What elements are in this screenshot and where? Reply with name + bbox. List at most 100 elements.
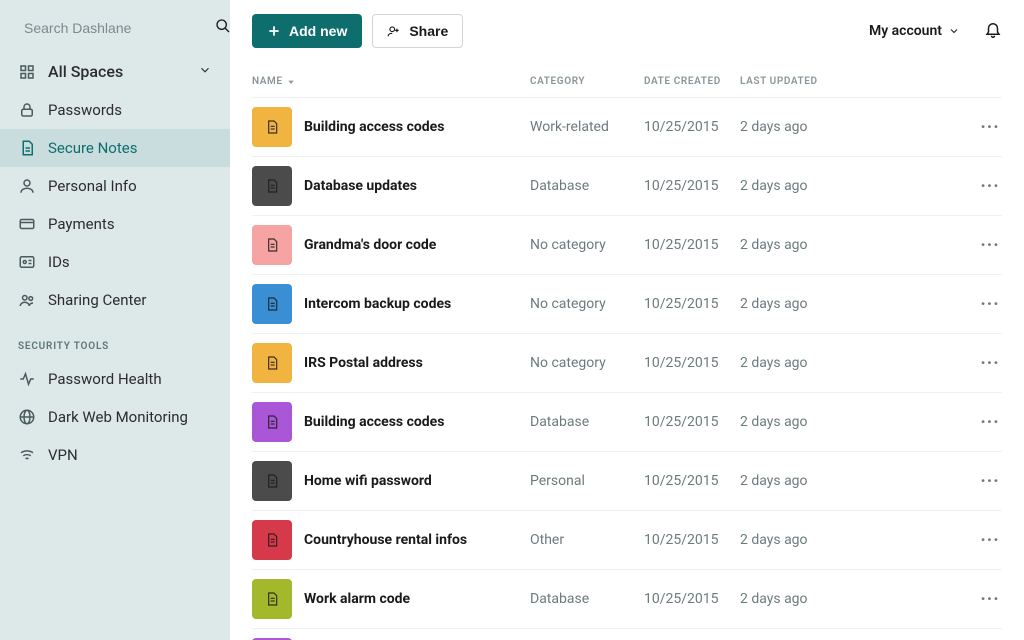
sidebar-item-dark-web-monitoring[interactable]: Dark Web Monitoring (0, 398, 230, 436)
sidebar-item-vpn[interactable]: VPN (0, 436, 230, 474)
note-name: Work alarm code (304, 591, 530, 607)
id-icon (18, 253, 36, 271)
note-last-updated: 2 days ago (740, 237, 978, 253)
note-icon (252, 225, 292, 265)
note-category: Personal (530, 473, 644, 489)
table-row[interactable]: Acme Promo codeNo category10/25/20152 da… (252, 628, 1002, 640)
card-icon (18, 215, 36, 233)
chevron-down-icon (198, 62, 212, 81)
note-date-created: 10/25/2015 (644, 178, 740, 194)
header-category[interactable]: CATEGORY (530, 76, 644, 87)
sidebar-item-label: Passwords (48, 101, 122, 119)
note-name: Building access codes (304, 119, 530, 135)
sidebar-item-sharing-center[interactable]: Sharing Center (0, 281, 230, 319)
grid-icon (18, 63, 36, 81)
note-icon (252, 343, 292, 383)
note-icon (18, 139, 36, 157)
main: Add new Share My account NAME CATEGORY D… (230, 0, 1024, 640)
my-account-label: My account (869, 23, 942, 39)
search-input[interactable] (24, 20, 205, 36)
table-row[interactable]: Work alarm codeDatabase10/25/20152 days … (252, 569, 1002, 628)
note-icon (252, 284, 292, 324)
sidebar-item-all-spaces[interactable]: All Spaces (0, 52, 230, 91)
table-row[interactable]: Grandma's door codeNo category10/25/2015… (252, 215, 1002, 274)
more-actions-icon[interactable]: ··· (978, 117, 1002, 138)
more-actions-icon[interactable]: ··· (978, 294, 1002, 315)
sidebar-item-payments[interactable]: Payments (0, 205, 230, 243)
note-date-created: 10/25/2015 (644, 473, 740, 489)
note-date-created: 10/25/2015 (644, 414, 740, 430)
note-name: Countryhouse rental infos (304, 532, 530, 548)
table-row[interactable]: Intercom backup codesNo category10/25/20… (252, 274, 1002, 333)
header-date-created[interactable]: DATE CREATED (644, 76, 740, 87)
more-actions-icon[interactable]: ··· (978, 589, 1002, 610)
more-actions-icon[interactable]: ··· (978, 471, 1002, 492)
table-row[interactable]: Building access codesDatabase10/25/20152… (252, 392, 1002, 451)
table-row[interactable]: Countryhouse rental infosOther10/25/2015… (252, 510, 1002, 569)
sidebar-item-label: Secure Notes (48, 139, 137, 157)
note-icon (252, 402, 292, 442)
note-category: No category (530, 296, 644, 312)
note-last-updated: 2 days ago (740, 414, 978, 430)
more-actions-icon[interactable]: ··· (978, 412, 1002, 433)
notes-table: NAME CATEGORY DATE CREATED LAST UPDATED … (230, 60, 1024, 640)
table-row[interactable]: IRS Postal addressNo category10/25/20152… (252, 333, 1002, 392)
more-actions-icon[interactable]: ··· (978, 530, 1002, 551)
search-icon[interactable] (215, 18, 231, 38)
note-icon (252, 107, 292, 147)
share-button[interactable]: Share (372, 14, 463, 48)
note-name: Database updates (304, 178, 530, 194)
note-last-updated: 2 days ago (740, 178, 978, 194)
sidebar: All Spaces Passwords Secure Notes Personal … (0, 0, 230, 640)
table-row[interactable]: Home wifi passwordPersonal10/25/20152 da… (252, 451, 1002, 510)
note-last-updated: 2 days ago (740, 119, 978, 135)
sidebar-item-label: Dark Web Monitoring (48, 408, 188, 426)
table-header: NAME CATEGORY DATE CREATED LAST UPDATED (252, 60, 1002, 97)
note-icon (252, 520, 292, 560)
table-row[interactable]: Building access codesWork-related10/25/2… (252, 97, 1002, 156)
pulse-icon (18, 370, 36, 388)
note-date-created: 10/25/2015 (644, 591, 740, 607)
my-account-menu[interactable]: My account (869, 23, 960, 39)
people-icon (18, 291, 36, 309)
chevron-down-icon (948, 25, 960, 37)
header-last-updated[interactable]: LAST UPDATED (740, 76, 1002, 87)
sidebar-item-ids[interactable]: IDs (0, 243, 230, 281)
note-category: Database (530, 591, 644, 607)
section-label-security-tools: SECURITY TOOLS (0, 319, 230, 360)
note-icon (252, 166, 292, 206)
table-row[interactable]: Database updatesDatabase10/25/20152 days… (252, 156, 1002, 215)
note-category: Other (530, 532, 644, 548)
note-category: Database (530, 414, 644, 430)
header-name[interactable]: NAME (252, 76, 530, 87)
topbar: Add new Share My account (230, 0, 1024, 60)
lock-icon (18, 101, 36, 119)
note-last-updated: 2 days ago (740, 296, 978, 312)
web-icon (18, 408, 36, 426)
more-actions-icon[interactable]: ··· (978, 353, 1002, 374)
sidebar-item-label: Sharing Center (48, 291, 146, 309)
sidebar-item-secure-notes[interactable]: Secure Notes (0, 129, 230, 167)
more-actions-icon[interactable]: ··· (978, 176, 1002, 197)
more-actions-icon[interactable]: ··· (978, 235, 1002, 256)
sidebar-item-label: Personal Info (48, 177, 137, 195)
note-last-updated: 2 days ago (740, 355, 978, 371)
sidebar-item-label: Password Health (48, 370, 162, 388)
note-category: Work-related (530, 119, 644, 135)
note-last-updated: 2 days ago (740, 532, 978, 548)
sidebar-item-password-health[interactable]: Password Health (0, 360, 230, 398)
sidebar-item-label: VPN (48, 446, 78, 464)
note-date-created: 10/25/2015 (644, 355, 740, 371)
wifi-icon (18, 446, 36, 464)
note-name: Building access codes (304, 414, 530, 430)
note-category: Database (530, 178, 644, 194)
sidebar-item-personal-info[interactable]: Personal Info (0, 167, 230, 205)
note-name: Home wifi password (304, 473, 530, 489)
sidebar-item-passwords[interactable]: Passwords (0, 91, 230, 129)
note-name: IRS Postal address (304, 355, 530, 371)
sidebar-item-label: All Spaces (48, 62, 123, 81)
note-category: No category (530, 237, 644, 253)
add-new-button[interactable]: Add new (252, 14, 362, 48)
notifications-icon[interactable] (984, 20, 1002, 42)
note-icon (252, 461, 292, 501)
